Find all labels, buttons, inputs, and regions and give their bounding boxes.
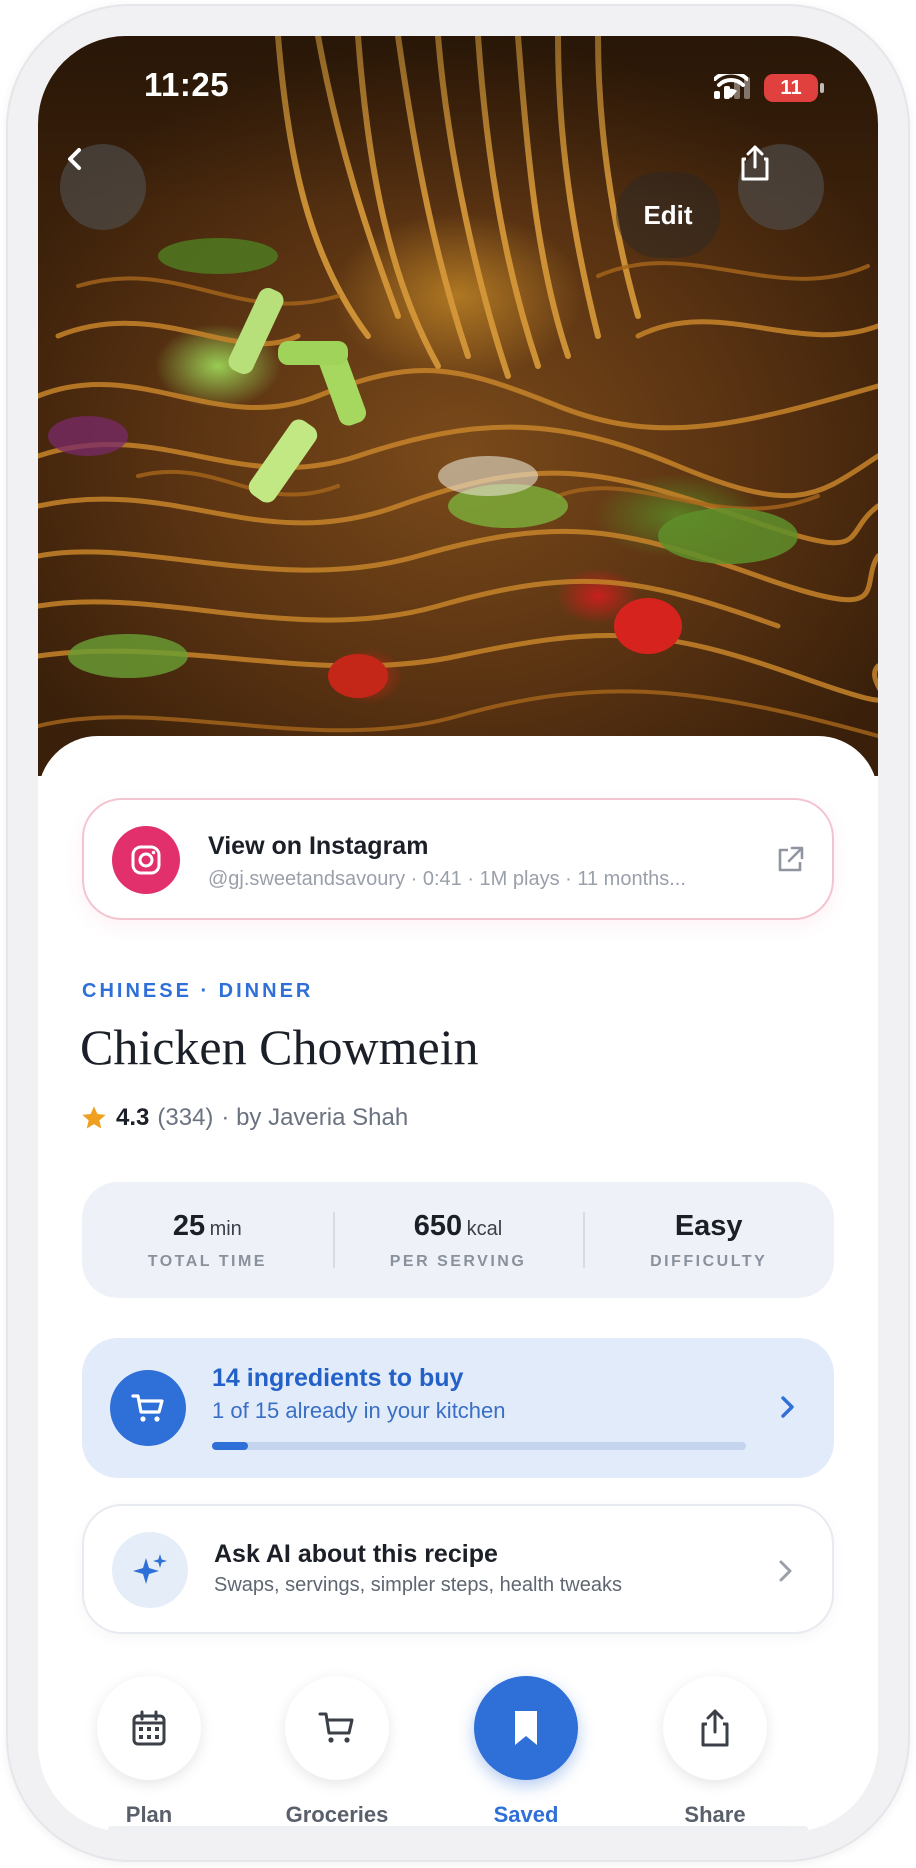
rating-count: (334): [157, 1104, 214, 1131]
home-indicator: [108, 1826, 808, 1832]
recipe-author[interactable]: · by Javeria Shah: [221, 1104, 408, 1132]
dock-label: Plan: [125, 1802, 173, 1827]
chevron-left-icon: [68, 148, 81, 170]
stat-value: 25: [172, 1209, 206, 1242]
share-icon: [663, 1676, 767, 1780]
ingredients-progress-bar: [212, 1442, 746, 1450]
cart-icon: [285, 1676, 389, 1780]
ingredients-title: 14 ingredients to buy: [212, 1364, 464, 1392]
chevron-right-icon: [781, 1396, 794, 1418]
back-button[interactable]: [60, 144, 146, 230]
stat-label: TOTAL TIME: [147, 1252, 267, 1270]
instagram-icon: [112, 826, 180, 894]
stat-label: DIFFICULTY: [650, 1252, 768, 1270]
instagram-card[interactable]: View on Instagram @gj.sweetandsavoury · …: [82, 798, 834, 920]
rating-row: 4.3 (334) · by Javeria Shah: [80, 1104, 408, 1132]
dock-label: Share: [684, 1802, 746, 1827]
calendar-icon: [97, 1676, 201, 1780]
recipe-category: CHINESE · DINNER: [82, 980, 314, 1002]
share-icon: [741, 145, 769, 181]
stat-value: Easy: [674, 1209, 743, 1242]
ask-ai-subtitle: Swaps, servings, simpler steps, health t…: [214, 1574, 622, 1596]
status-icons: 11: [714, 74, 824, 102]
status-time: 11:25: [144, 66, 230, 103]
stat-value: 650: [413, 1209, 463, 1242]
ingredients-progress-fill: [212, 1442, 248, 1450]
ingredients-subtitle: 1 of 15 already in your kitchen: [212, 1398, 506, 1423]
dock-saved[interactable]: Saved: [461, 1676, 591, 1828]
ask-ai-title: Ask AI about this recipe: [214, 1540, 498, 1568]
ask-ai-card[interactable]: Ask AI about this recipe Swaps, servings…: [82, 1504, 834, 1634]
star-icon: [82, 1106, 106, 1129]
stat-difficulty: Easy DIFFICULTY: [583, 1182, 834, 1298]
instagram-title: View on Instagram: [208, 832, 429, 860]
share-top-button[interactable]: [738, 144, 824, 230]
ingredients-card[interactable]: 14 ingredients to buy 1 of 15 already in…: [82, 1338, 834, 1478]
sparkles-icon: [112, 1532, 188, 1608]
external-link-icon: [778, 846, 804, 872]
recipe-hero-image: 11:25 11 Edit: [38, 36, 878, 776]
dock-label: Groceries: [285, 1802, 389, 1827]
dock-label: Saved: [493, 1802, 559, 1827]
stat-unit: kcal: [466, 1217, 503, 1240]
bookmark-icon: [474, 1676, 578, 1780]
action-dock: Plan Groceries Saved Share: [38, 1676, 878, 1832]
wifi-icon: [714, 74, 748, 98]
rating-value: 4.3: [116, 1104, 150, 1131]
recipe-sheet: View on Instagram @gj.sweetandsavoury · …: [38, 736, 878, 1832]
battery-icon: 11: [764, 74, 824, 102]
stat-unit: min: [209, 1217, 242, 1240]
screen: 11:25 11 Edit View on Instagram @gj.swee…: [38, 36, 878, 1832]
cart-icon: [110, 1370, 186, 1446]
dock-groceries[interactable]: Groceries: [272, 1676, 402, 1828]
stat-total-time: 25 min TOTAL TIME: [82, 1182, 333, 1298]
stat-calories: 650 kcal PER SERVING: [332, 1182, 584, 1298]
dock-share[interactable]: Share: [650, 1676, 780, 1828]
recipe-title: Chicken Chowmein: [80, 1019, 479, 1075]
dock-plan[interactable]: Plan: [84, 1676, 214, 1828]
edit-button[interactable]: Edit: [616, 172, 720, 258]
recipe-stats: 25 min TOTAL TIME 650 kcal PER SERVING E…: [82, 1182, 834, 1298]
stat-label: PER SERVING: [389, 1252, 527, 1270]
chevron-right-icon: [779, 1560, 792, 1582]
instagram-meta: @gj.sweetandsavoury · 0:41 · 1M plays · …: [208, 868, 686, 890]
